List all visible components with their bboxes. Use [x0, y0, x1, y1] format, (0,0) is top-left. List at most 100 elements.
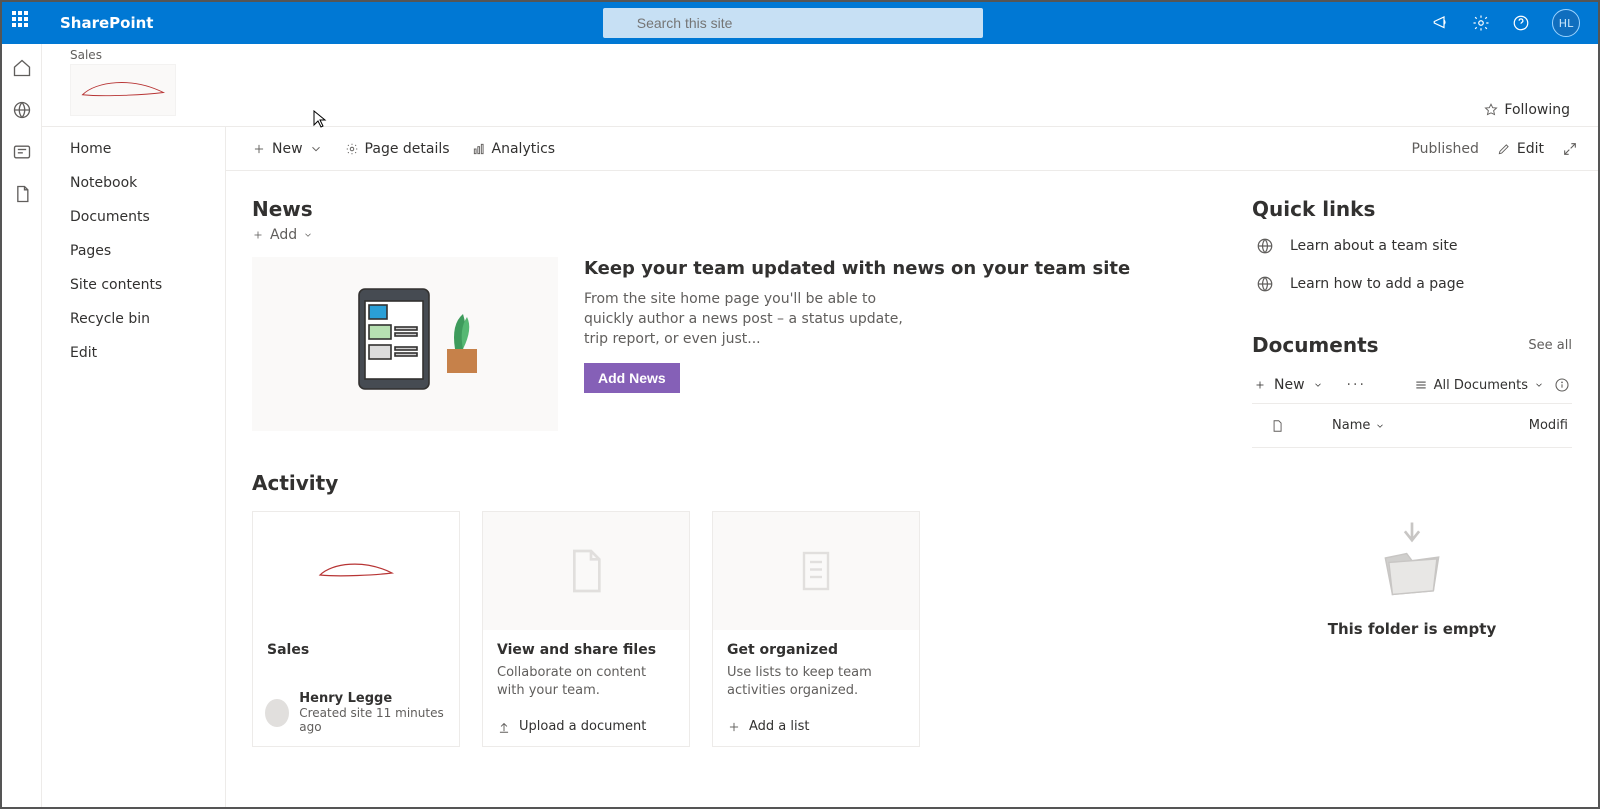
docs-new-button[interactable]: New [1254, 377, 1323, 393]
see-all-link[interactable]: See all [1528, 338, 1572, 353]
documents-heading: Documents [1252, 333, 1379, 357]
news-add-button[interactable]: Add [252, 227, 1182, 243]
plus-icon [727, 720, 741, 734]
analytics-button[interactable]: Analytics [472, 141, 556, 157]
docs-view-label: All Documents [1434, 378, 1528, 393]
globe-icon [1256, 275, 1274, 293]
docs-new-label: New [1274, 377, 1305, 393]
published-label: Published [1411, 141, 1478, 157]
plus-icon [1254, 379, 1266, 391]
docs-column-headers: Name Modifi [1252, 404, 1572, 448]
news-placeholder-image [252, 257, 558, 431]
activity-card-sales[interactable]: Sales Henry Legge Created site 11 minute… [252, 511, 460, 747]
news-icon[interactable] [12, 142, 32, 162]
plus-icon [252, 142, 266, 156]
file-icon[interactable] [12, 184, 32, 204]
col-name-label: Name [1332, 418, 1370, 433]
empty-folder-icon [1366, 518, 1458, 598]
chevron-down-icon [309, 142, 323, 156]
quicklink-learn-team-site[interactable]: Learn about a team site [1252, 233, 1572, 259]
card-title: View and share files [497, 642, 675, 658]
card-preview [713, 512, 919, 630]
settings-icon[interactable] [1472, 14, 1490, 32]
card-user-name: Henry Legge [299, 691, 447, 706]
pencil-icon [1497, 142, 1511, 156]
page-details-button[interactable]: Page details [345, 141, 450, 157]
empty-folder-text: This folder is empty [1328, 620, 1497, 638]
command-bar: New Page details Analytics Published [226, 127, 1598, 171]
card-user-sub: Created site 11 minutes ago [299, 706, 447, 734]
add-news-button[interactable]: Add News [584, 363, 680, 393]
edit-button[interactable]: Edit [1497, 141, 1544, 157]
globe-icon[interactable] [12, 100, 32, 120]
card-action-label: Add a list [749, 719, 810, 734]
activity-heading: Activity [252, 471, 1182, 495]
cursor-icon [313, 110, 327, 132]
breadcrumb[interactable]: Sales [70, 48, 1598, 62]
brand-label[interactable]: SharePoint [60, 14, 153, 32]
file-icon [1270, 419, 1284, 433]
user-avatar[interactable]: HL [1552, 9, 1580, 37]
nav-recycle-bin[interactable]: Recycle bin [70, 311, 225, 327]
list-icon [1414, 378, 1428, 392]
info-icon[interactable] [1554, 377, 1570, 393]
chevron-down-icon [1375, 421, 1385, 431]
nav-documents[interactable]: Documents [70, 209, 225, 225]
news-heading: News [252, 197, 1182, 221]
megaphone-icon[interactable] [1432, 14, 1450, 32]
add-list-link[interactable]: Add a list [713, 709, 919, 746]
card-desc: Use lists to keep team activities organi… [727, 664, 905, 699]
app-launcher-icon[interactable] [12, 11, 36, 35]
site-nav: Home Notebook Documents Pages Site conte… [42, 127, 226, 807]
nav-site-contents[interactable]: Site contents [70, 277, 225, 293]
new-button[interactable]: New [252, 141, 323, 157]
news-add-label: Add [270, 227, 297, 243]
quicklink-label: Learn how to add a page [1290, 276, 1464, 292]
app-rail [2, 44, 42, 807]
chevron-down-icon [1534, 380, 1544, 390]
card-title: Sales [267, 642, 445, 658]
docs-more-button[interactable]: ··· [1347, 377, 1366, 393]
chevron-down-icon [1313, 380, 1323, 390]
follow-row: Following [42, 102, 1598, 127]
following-label[interactable]: Following [1504, 102, 1570, 118]
activity-card-view-share[interactable]: View and share files Collaborate on cont… [482, 511, 690, 747]
help-icon[interactable] [1512, 14, 1530, 32]
nav-pages[interactable]: Pages [70, 243, 225, 259]
activity-card-get-organized[interactable]: Get organized Use lists to keep team act… [712, 511, 920, 747]
news-title: Keep your team updated with news on your… [584, 257, 1130, 280]
nav-home[interactable]: Home [70, 141, 225, 157]
col-modified[interactable]: Modifi [1529, 418, 1568, 433]
expand-icon[interactable] [1562, 141, 1578, 157]
analytics-label: Analytics [492, 141, 556, 157]
col-name[interactable]: Name [1332, 418, 1385, 433]
upload-icon [497, 720, 511, 734]
quicklink-label: Learn about a team site [1290, 238, 1458, 254]
plus-icon [252, 229, 264, 241]
card-preview [483, 512, 689, 630]
globe-icon [1256, 237, 1274, 255]
card-title: Get organized [727, 642, 905, 658]
search-input[interactable] [603, 8, 983, 38]
news-body: From the site home page you'll be able t… [584, 290, 914, 349]
card-preview [253, 512, 459, 630]
page-details-label: Page details [365, 141, 450, 157]
nav-edit[interactable]: Edit [70, 345, 225, 361]
suite-bar: SharePoint HL [2, 2, 1598, 44]
edit-label: Edit [1517, 141, 1544, 157]
tablet-plant-illustration [315, 279, 495, 409]
new-label: New [272, 141, 303, 157]
search-wrap [153, 8, 1432, 38]
docs-view-switcher[interactable]: All Documents [1414, 378, 1544, 393]
home-icon[interactable] [12, 58, 32, 78]
card-desc: Collaborate on content with your team. [497, 664, 675, 699]
user-avatar-icon [265, 699, 289, 727]
chevron-down-icon [303, 230, 313, 240]
analytics-icon [472, 142, 486, 156]
suite-right: HL [1432, 9, 1588, 37]
nav-notebook[interactable]: Notebook [70, 175, 225, 191]
gear-icon [345, 142, 359, 156]
quicklink-learn-add-page[interactable]: Learn how to add a page [1252, 271, 1572, 297]
upload-document-link[interactable]: Upload a document [483, 709, 689, 746]
card-action-label: Upload a document [519, 719, 646, 734]
